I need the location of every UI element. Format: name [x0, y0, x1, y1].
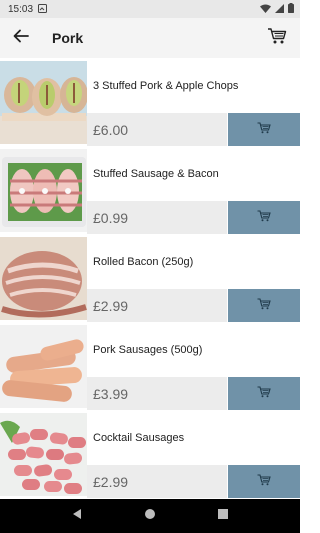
circle-home-icon [144, 509, 155, 519]
product-price: £3.99 [93, 385, 129, 402]
price-bar: £3.99 [87, 377, 227, 410]
product-list: 3 Stuffed Pork & Apple Chops £6.00 Stuff… [0, 58, 300, 499]
notification-icon [38, 0, 48, 18]
nav-back-button[interactable] [71, 507, 83, 525]
wifi-icon [260, 0, 271, 18]
add-to-cart-button[interactable] [227, 113, 300, 146]
price-bar: £6.00 [87, 113, 227, 146]
product-item[interactable]: Rolled Bacon (250g) £2.99 [0, 234, 300, 322]
add-to-cart-button[interactable] [227, 201, 300, 234]
nav-home-button[interactable] [144, 507, 156, 525]
product-image [0, 149, 87, 232]
app-bar: Pork [0, 18, 300, 58]
product-name: Rolled Bacon (250g) [93, 256, 194, 268]
add-to-cart-button[interactable] [227, 465, 300, 498]
cart-add-icon [257, 385, 271, 403]
status-right [260, 0, 294, 18]
price-bar: £2.99 [87, 289, 227, 322]
price-bar: £0.99 [87, 201, 227, 234]
product-name: 3 Stuffed Pork & Apple Chops [93, 80, 239, 92]
add-to-cart-button[interactable] [227, 377, 300, 410]
product-name: Stuffed Sausage & Bacon [93, 168, 219, 180]
cart-button[interactable] [264, 25, 290, 51]
signal-icon [275, 0, 284, 18]
status-left: 15:03 [8, 0, 48, 18]
price-bar: £2.99 [87, 465, 227, 498]
cart-add-icon [257, 209, 271, 227]
product-item[interactable]: Stuffed Sausage & Bacon £0.99 [0, 146, 300, 234]
product-price: £6.00 [93, 121, 129, 138]
product-item[interactable]: Cocktail Sausages £2.99 [0, 410, 300, 498]
product-image [0, 61, 87, 144]
product-price: £2.99 [93, 297, 129, 314]
cart-add-icon [257, 297, 271, 315]
page-title: Pork [52, 30, 84, 46]
product-price: £0.99 [93, 209, 129, 226]
shopping-cart-icon [267, 27, 287, 50]
status-bar: 15:03 [0, 0, 300, 18]
product-price: £2.99 [93, 473, 129, 490]
cart-add-icon [257, 121, 271, 139]
product-item[interactable]: Pork Sausages (500g) £3.99 [0, 322, 300, 410]
add-to-cart-button[interactable] [227, 289, 300, 322]
battery-icon [288, 0, 294, 18]
product-image [0, 413, 87, 496]
system-nav-bar [0, 499, 300, 533]
status-time: 15:03 [8, 3, 34, 15]
cart-add-icon [257, 473, 271, 491]
product-name: Cocktail Sausages [93, 432, 185, 444]
product-image [0, 325, 87, 408]
back-button[interactable] [10, 27, 32, 49]
square-recents-icon [218, 509, 229, 519]
arrow-left-icon [13, 29, 29, 48]
product-image [0, 237, 87, 320]
nav-recents-button[interactable] [217, 507, 229, 525]
triangle-back-icon [72, 509, 81, 519]
product-item[interactable]: 3 Stuffed Pork & Apple Chops £6.00 [0, 58, 300, 146]
product-name: Pork Sausages (500g) [93, 344, 203, 356]
